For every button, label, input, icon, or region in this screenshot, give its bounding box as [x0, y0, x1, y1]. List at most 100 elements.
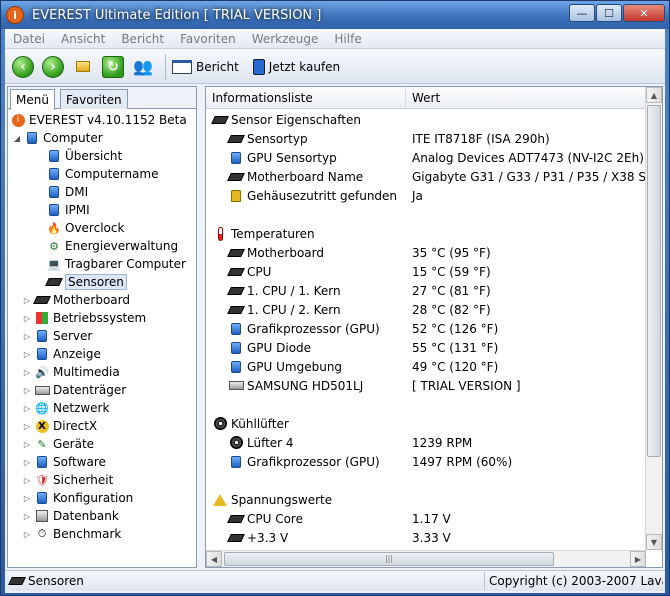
- list-item[interactable]: CPU Core 1.17 V: [206, 509, 646, 528]
- tree-node-multimedia[interactable]: ▷ 🔊 Multimedia: [8, 363, 196, 381]
- menu-hilfe[interactable]: Hilfe: [326, 32, 369, 46]
- collapse-icon[interactable]: ◢: [12, 134, 22, 143]
- buy-now-button[interactable]: Jetzt kaufen: [269, 60, 340, 74]
- motherboard-icon: [33, 293, 51, 307]
- scroll-right-button[interactable]: ▶: [630, 551, 646, 567]
- horizontal-scrollbar[interactable]: ◀ ||| ▶: [206, 550, 646, 567]
- tree-node-sensoren[interactable]: Sensoren: [8, 273, 196, 291]
- vertical-scrollbar[interactable]: ▲ ▼: [645, 87, 662, 550]
- tree-node-computer[interactable]: ◢ Computer: [8, 129, 196, 147]
- menu-werkzeuge[interactable]: Werkzeuge: [244, 32, 327, 46]
- tree-node-anzeige[interactable]: ▷ Anzeige: [8, 345, 196, 363]
- title-bar[interactable]: i EVEREST Ultimate Edition [ TRIAL VERSI…: [1, 1, 669, 29]
- back-button[interactable]: ‹: [11, 55, 35, 79]
- tree-node-tragbar[interactable]: 💻 Tragbarer Computer: [8, 255, 196, 273]
- report-button[interactable]: Bericht: [196, 60, 239, 74]
- tab-favorites[interactable]: Favoriten: [60, 89, 128, 109]
- tree-node-software[interactable]: ▷ Software: [8, 453, 196, 471]
- expand-icon[interactable]: ▷: [22, 368, 32, 377]
- list-item[interactable]: 1. CPU / 1. Kern 27 °C (81 °F): [206, 281, 646, 300]
- expand-icon[interactable]: ▷: [22, 530, 32, 539]
- gpu-icon: [228, 322, 244, 336]
- maximize-button[interactable]: ☐: [596, 4, 622, 22]
- tree-node-energie[interactable]: ⚙ Energieverwaltung: [8, 237, 196, 255]
- list-item[interactable]: 1. CPU / 2. Kern 28 °C (82 °F): [206, 300, 646, 319]
- list-item[interactable]: Sensortyp ITE IT8718F (ISA 290h): [206, 129, 646, 148]
- tree-node-benchmark[interactable]: ▷ ⏱ Benchmark: [8, 525, 196, 543]
- horizontal-scroll-thumb[interactable]: |||: [224, 552, 554, 566]
- tree-node-sicherheit[interactable]: ▷ 🛡 Sicherheit: [8, 471, 196, 489]
- section-header[interactable]: Kühllüfter: [206, 414, 646, 433]
- expand-icon[interactable]: ▷: [22, 440, 32, 449]
- section-header[interactable]: Temperaturen: [206, 224, 646, 243]
- list-item[interactable]: GPU Diode 55 °C (131 °F): [206, 338, 646, 357]
- refresh-button[interactable]: ↻: [101, 55, 125, 79]
- close-button[interactable]: ✕: [623, 4, 665, 22]
- tree-node-directx[interactable]: ▷ X DirectX: [8, 417, 196, 435]
- warning-icon: [212, 493, 228, 507]
- expand-icon[interactable]: ▷: [22, 494, 32, 503]
- section-header[interactable]: Spannungswerte: [206, 490, 646, 509]
- tab-menu[interactable]: Menü: [10, 89, 55, 110]
- expand-icon[interactable]: ▷: [22, 332, 32, 341]
- expand-icon[interactable]: ▷: [22, 422, 32, 431]
- tree-label: IPMI: [65, 203, 90, 217]
- scroll-left-button[interactable]: ◀: [206, 551, 222, 567]
- users-button[interactable]: 👥: [131, 55, 155, 79]
- column-header-value[interactable]: Wert: [406, 87, 646, 109]
- scroll-down-button[interactable]: ▼: [646, 534, 662, 550]
- tree-node-datentraeger[interactable]: ▷ Datenträger: [8, 381, 196, 399]
- forward-button[interactable]: ›: [41, 55, 65, 79]
- everest-app-icon[interactable]: i: [6, 6, 24, 24]
- tree-root[interactable]: i EVEREST v4.10.1152 Beta: [8, 111, 196, 129]
- expand-icon[interactable]: ▷: [22, 350, 32, 359]
- expand-icon[interactable]: ▷: [22, 404, 32, 413]
- tree-node-uebersicht[interactable]: Übersicht: [8, 147, 196, 165]
- up-folder-button[interactable]: [71, 55, 95, 79]
- list-item[interactable]: Grafikprozessor (GPU) 52 °C (126 °F): [206, 319, 646, 338]
- tree-node-overclock[interactable]: 🔥 Overclock: [8, 219, 196, 237]
- list-item[interactable]: CPU 15 °C (59 °F): [206, 262, 646, 281]
- computer-name-icon: [46, 167, 62, 181]
- item-value: Gigabyte G31 / G33 / P31 / P35 / X38 Ser…: [412, 169, 646, 184]
- expand-icon[interactable]: ▷: [22, 314, 32, 323]
- section-header[interactable]: Sensor Eigenschaften: [206, 110, 646, 129]
- tree-root-label: EVEREST v4.10.1152 Beta: [29, 113, 187, 127]
- tree-node-netzwerk[interactable]: ▷ 🌐 Netzwerk: [8, 399, 196, 417]
- list-item[interactable]: Motherboard Name Gigabyte G31 / G33 / P31…: [206, 167, 646, 186]
- dmi-icon: [46, 185, 62, 199]
- tree-node-geraete[interactable]: ▷ ✎ Geräte: [8, 435, 196, 453]
- expand-icon[interactable]: ▷: [22, 296, 32, 305]
- list-item[interactable]: Lüfter 4 1239 RPM: [206, 433, 646, 452]
- chip-icon: [227, 132, 245, 146]
- menu-bericht[interactable]: Bericht: [113, 32, 172, 46]
- tree-node-konfiguration[interactable]: ▷ Konfiguration: [8, 489, 196, 507]
- menu-ansicht[interactable]: Ansicht: [53, 32, 113, 46]
- column-header-info[interactable]: Informationsliste: [206, 87, 406, 109]
- tree-node-server[interactable]: ▷ Server: [8, 327, 196, 345]
- item-value: 49 °C (120 °F): [412, 359, 499, 374]
- tree-node-betriebssystem[interactable]: ▷ Betriebssystem: [8, 309, 196, 327]
- list-item[interactable]: GPU Sensortyp Analog Devices ADT7473 (NV-…: [206, 148, 646, 167]
- list-item[interactable]: Grafikprozessor (GPU) 1497 RPM (60%): [206, 452, 646, 471]
- list-item[interactable]: SAMSUNG HD501LJ [ TRIAL VERSION ]: [206, 376, 646, 395]
- minimize-button[interactable]: —: [569, 4, 595, 22]
- list-item[interactable]: +3.3 V 3.33 V: [206, 528, 646, 547]
- tree-node-computername[interactable]: Computername: [8, 165, 196, 183]
- menu-favoriten[interactable]: Favoriten: [172, 32, 244, 46]
- expand-icon[interactable]: ▷: [22, 386, 32, 395]
- expand-icon[interactable]: ▷: [22, 512, 32, 521]
- tree-node-motherboard[interactable]: ▷ Motherboard: [8, 291, 196, 309]
- list-item[interactable]: Gehäusezutritt gefunden Ja: [206, 186, 646, 205]
- scroll-up-button[interactable]: ▲: [646, 87, 662, 103]
- expand-icon[interactable]: ▷: [22, 476, 32, 485]
- tree-node-dmi[interactable]: DMI: [8, 183, 196, 201]
- users-icon: 👥: [133, 57, 153, 76]
- expand-icon[interactable]: ▷: [22, 458, 32, 467]
- menu-datei[interactable]: Datei: [5, 32, 53, 46]
- tree-node-ipmi[interactable]: IPMI: [8, 201, 196, 219]
- list-item[interactable]: GPU Umgebung 49 °C (120 °F): [206, 357, 646, 376]
- list-item[interactable]: Motherboard 35 °C (95 °F): [206, 243, 646, 262]
- vertical-scroll-thumb[interactable]: [647, 105, 661, 457]
- tree-node-datenbank[interactable]: ▷ Datenbank: [8, 507, 196, 525]
